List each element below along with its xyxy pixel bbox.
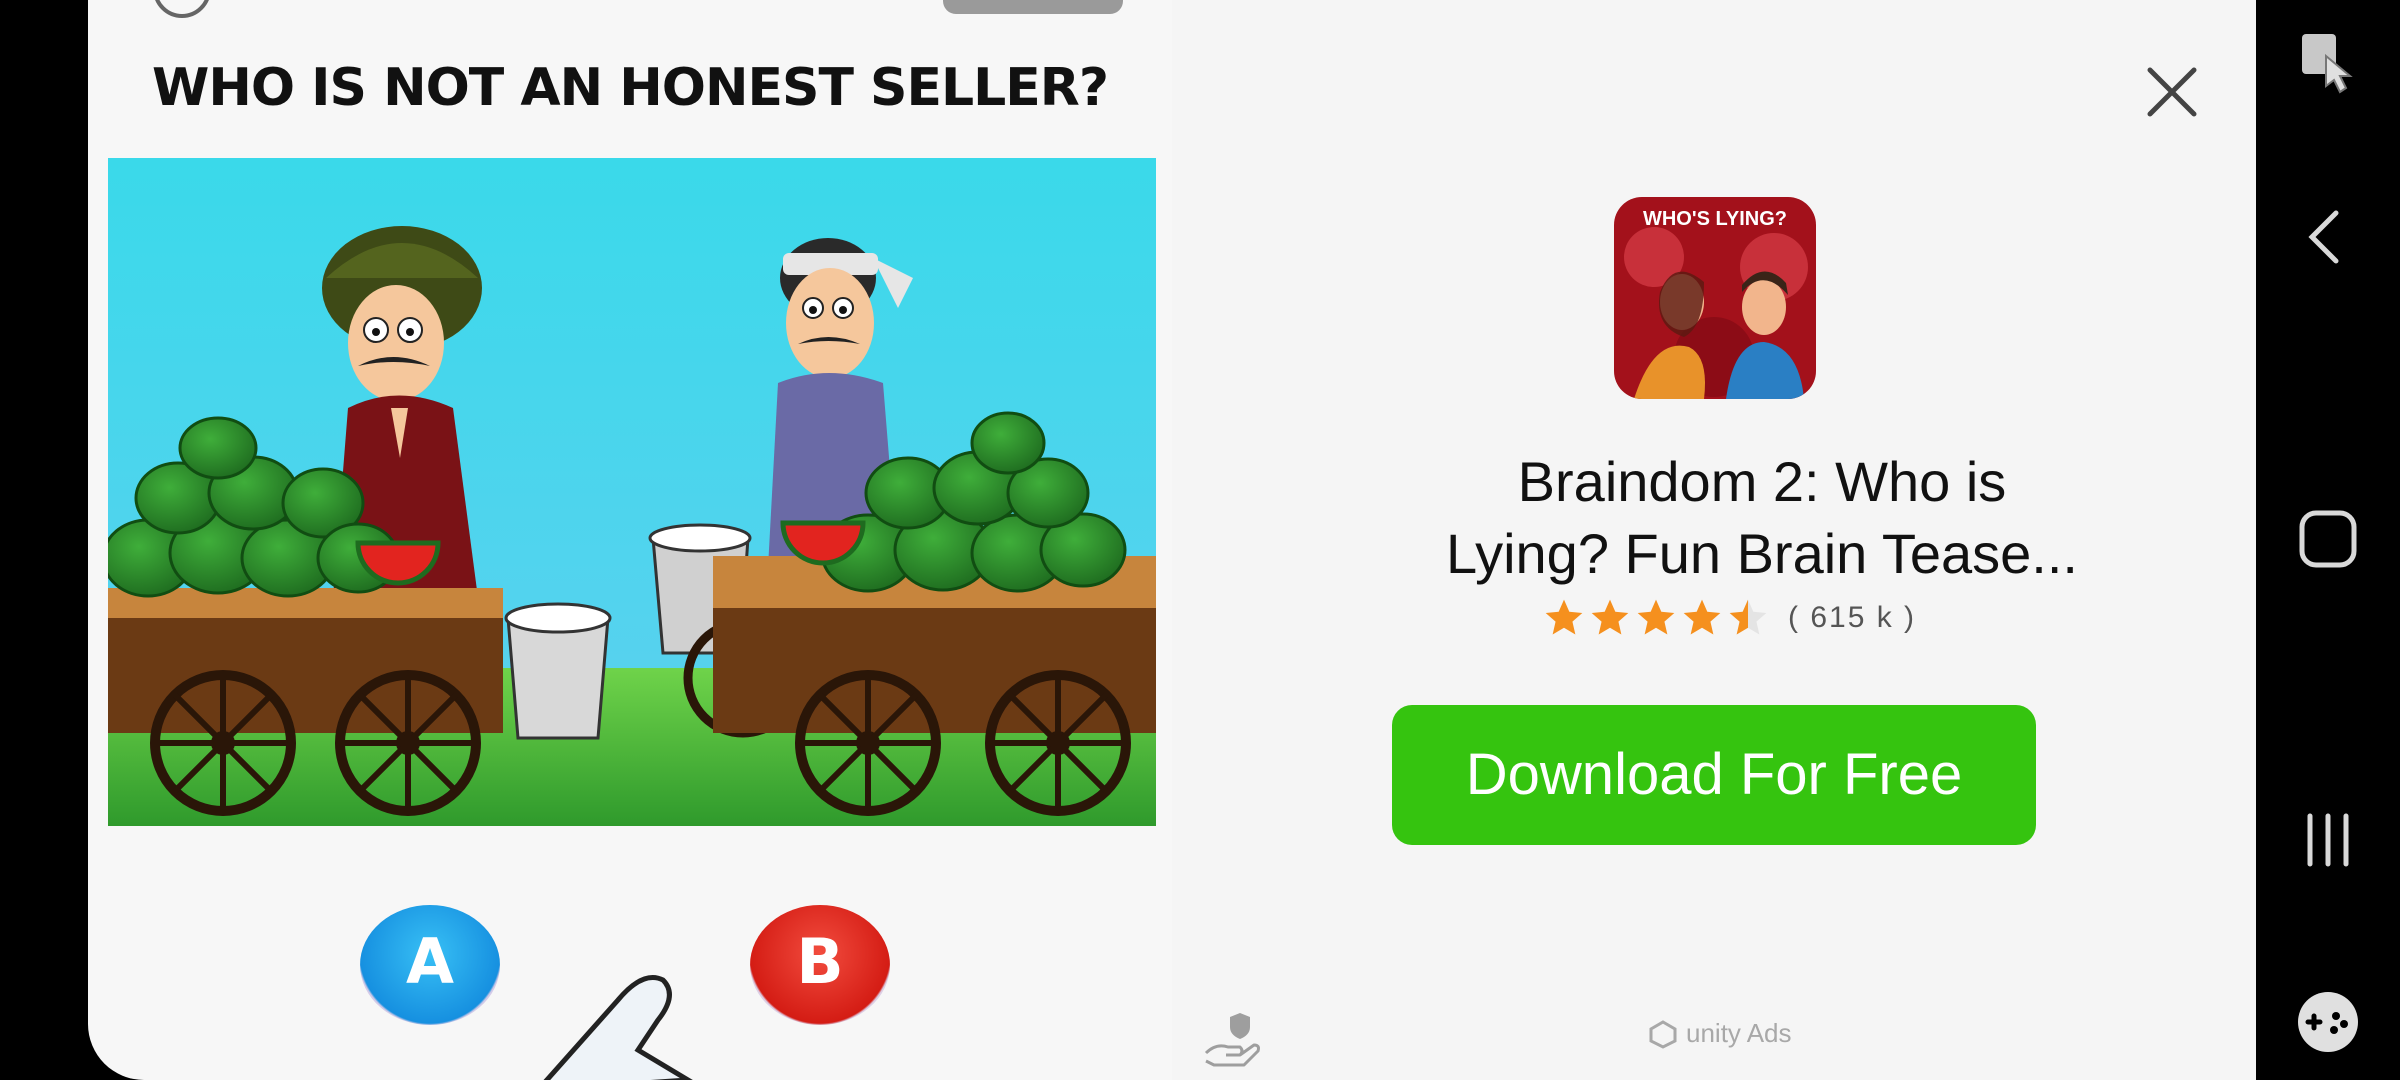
question-title: WHO IS NOT AN HONEST SELLER? xyxy=(151,58,1109,118)
download-button[interactable]: Download For Free xyxy=(1392,705,2036,845)
ad-panel: WHO'S LYING? Braindom 2: Who is Lying? F… xyxy=(1172,0,2256,1080)
close-icon[interactable] xyxy=(2142,62,2202,122)
puzzle-illustration xyxy=(108,158,1156,826)
app-icon[interactable]: WHO'S LYING? xyxy=(1614,197,1816,399)
game-top-pill xyxy=(943,0,1123,14)
unity-logo-icon xyxy=(1649,1019,1677,1049)
game-launcher-icon[interactable] xyxy=(2296,990,2360,1054)
privacy-icon[interactable] xyxy=(1200,1005,1264,1069)
star-icon xyxy=(1683,599,1721,635)
half-star-icon xyxy=(1729,599,1767,635)
star-icon xyxy=(1637,599,1675,635)
game-top-circle xyxy=(153,0,211,18)
svg-text:WHO'S LYING?: WHO'S LYING? xyxy=(1643,208,1787,230)
app-rating: ( 615 k ) xyxy=(1542,596,1916,640)
game-preview: WHO IS NOT AN HONEST SELLER? A B xyxy=(88,0,1172,1080)
recents-icon[interactable] xyxy=(2296,808,2360,872)
rating-count: ( 615 k ) xyxy=(1788,601,1917,634)
home-icon[interactable] xyxy=(2296,507,2360,571)
system-nav-bar xyxy=(2256,0,2400,1080)
option-b-button[interactable]: B xyxy=(750,905,890,1025)
star-icon xyxy=(1591,599,1629,635)
pointing-hand-icon xyxy=(543,975,693,1080)
screen-assist-icon[interactable] xyxy=(2296,30,2360,94)
back-icon[interactable] xyxy=(2296,205,2360,269)
unity-ads-logo: unity Ads xyxy=(1648,1018,1792,1049)
app-title: Braindom 2: Who is Lying? Fun Brain Teas… xyxy=(1446,450,2078,585)
star-icon xyxy=(1545,599,1583,635)
